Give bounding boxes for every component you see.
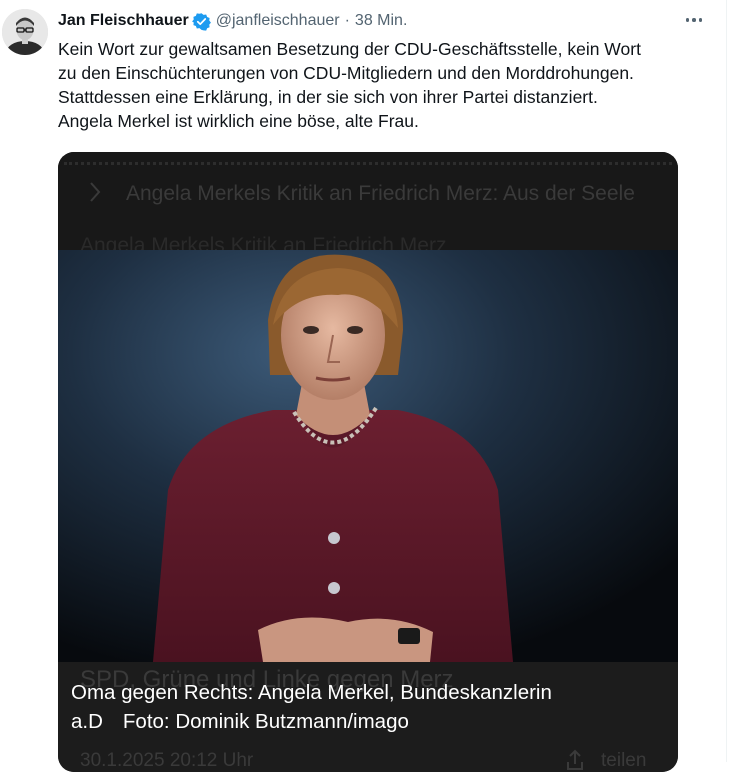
tweet-text: Kein Wort zur gewaltsamen Besetzung der … (58, 37, 708, 133)
share-icon (567, 749, 583, 770)
caption-suffix: a.D (71, 710, 103, 733)
chevron-right-icon (90, 182, 101, 202)
tweet-text-line: Angela Merkel ist wirklich eine böse, al… (58, 111, 419, 131)
author-name[interactable]: Jan Fleischhauer (58, 12, 189, 30)
media-caption-area: SPD, Grüne und Linke gegen Merz Oma gege… (58, 662, 678, 772)
photo-caption: Oma gegen Rechts: Angela Merkel, Bundesk… (71, 678, 671, 736)
tweet-text-line: Stattdessen eine Erklärung, in der sie s… (58, 87, 598, 107)
tweet-timestamp[interactable]: 38 Min. (355, 12, 407, 30)
share-label: teilen (601, 750, 647, 771)
ellipsis-icon (685, 18, 690, 22)
timeline-border (726, 0, 727, 762)
caption-line: Oma gegen Rechts: Angela Merkel, Bundesk… (71, 681, 552, 704)
tweet-header: Jan Fleischhauer @janfleischhauer · 38 M… (58, 10, 407, 32)
avatar[interactable] (2, 9, 48, 55)
more-options-button[interactable] (681, 12, 707, 28)
photo-credit: Foto: Dominik Butzmann/imago (122, 710, 409, 733)
merkel-portrait-photo (58, 250, 678, 662)
separator-dot: · (344, 12, 350, 29)
screenshot-headline: Angela Merkels Kritik an Friedrich Merz:… (126, 182, 635, 205)
screenshot-footer-date: 30.1.2025 20:12 Uhr (80, 750, 253, 772)
time-text: 20:12 Uhr (169, 750, 254, 771)
dotted-divider (64, 162, 672, 165)
verified-badge-icon (191, 12, 211, 31)
author-handle[interactable]: @janfleischhauer (216, 12, 340, 30)
caption-line: a.D Foto: Dominik Butzmann/imago (71, 707, 671, 736)
date-text: 30.1.2025 (80, 750, 165, 771)
tweet-text-line: zu den Einschüchterungen von CDU-Mitglie… (58, 63, 634, 83)
tweet-text-line: Kein Wort zur gewaltsamen Besetzung der … (58, 39, 641, 59)
media-screenshot-header: Angela Merkels Kritik an Friedrich Merz:… (58, 152, 678, 257)
tweet-media-image[interactable]: Angela Merkels Kritik an Friedrich Merz:… (58, 152, 678, 772)
